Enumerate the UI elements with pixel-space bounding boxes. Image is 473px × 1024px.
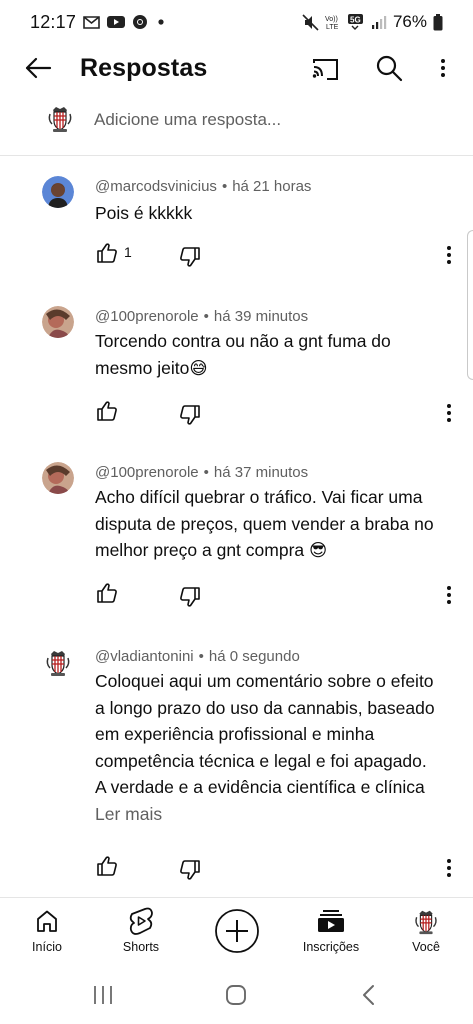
like-icon[interactable] bbox=[95, 854, 119, 878]
signal-icon bbox=[371, 14, 387, 30]
comment-time: há 21 horas bbox=[232, 178, 312, 195]
youtube-icon bbox=[107, 15, 126, 29]
cast-button[interactable] bbox=[310, 54, 340, 84]
search-icon bbox=[376, 55, 403, 82]
comment-more-icon[interactable] bbox=[441, 243, 457, 267]
home-icon bbox=[37, 910, 57, 932]
back-chevron-icon bbox=[363, 985, 374, 1005]
commenter-avatar[interactable] bbox=[42, 306, 74, 338]
comment-actions bbox=[95, 854, 465, 884]
back-button[interactable] bbox=[22, 52, 54, 84]
scrollbar[interactable] bbox=[467, 230, 473, 380]
page-title: Respostas bbox=[80, 54, 208, 82]
avatar-icon bbox=[411, 906, 441, 936]
read-more-link[interactable]: Ler mais bbox=[95, 804, 162, 825]
comment-actions: 1 bbox=[95, 241, 465, 271]
nav-shorts-label: Shorts bbox=[122, 940, 160, 954]
home-circle-icon bbox=[226, 985, 246, 1005]
shorts-icon bbox=[129, 907, 153, 935]
nav-you[interactable]: Você bbox=[386, 904, 466, 964]
search-button[interactable] bbox=[374, 53, 404, 83]
comment-more-icon[interactable] bbox=[441, 401, 457, 425]
comment-author[interactable]: @100prenorole bbox=[95, 464, 199, 481]
user-avatar bbox=[44, 102, 76, 134]
more-options-button[interactable] bbox=[430, 53, 456, 83]
comment-text: Acho difícil quebrar o tráfico. Vai fica… bbox=[95, 487, 434, 560]
system-nav-bar bbox=[0, 966, 473, 1024]
dot-icon bbox=[155, 17, 167, 27]
app-header: Respostas bbox=[0, 44, 473, 92]
status-bar: 12:17 Vo)) LTE 5G 76% bbox=[0, 0, 473, 44]
gmail-icon bbox=[83, 15, 100, 29]
like-icon[interactable] bbox=[95, 241, 119, 265]
battery-percent: 76% bbox=[392, 12, 427, 31]
commenter-avatar[interactable] bbox=[42, 462, 74, 494]
comment-text: Torcendo contra ou não a gnt fuma do mes… bbox=[95, 331, 391, 378]
comment-more-icon[interactable] bbox=[441, 583, 457, 607]
recents-icon bbox=[94, 986, 112, 1004]
nav-you-label: Você bbox=[412, 940, 440, 954]
create-icon[interactable] bbox=[214, 908, 260, 954]
recents-button[interactable] bbox=[88, 980, 118, 1010]
more-vert-icon bbox=[441, 59, 445, 77]
comment-time: há 37 minutos bbox=[213, 464, 309, 481]
svg-text:Vo)): Vo)) bbox=[325, 16, 338, 23]
comment-author[interactable]: @vladiantonini bbox=[95, 648, 194, 665]
comment-more-icon[interactable] bbox=[441, 856, 457, 880]
comment-actions bbox=[95, 581, 465, 611]
svg-text:5G: 5G bbox=[350, 16, 361, 25]
nav-home[interactable]: Início bbox=[7, 904, 87, 964]
like-count: 1 bbox=[124, 244, 132, 260]
dislike-icon[interactable] bbox=[178, 585, 202, 609]
comment-author[interactable]: @100prenorole bbox=[95, 308, 199, 325]
comment-text: Coloquei aqui um comentário sobre o efei… bbox=[95, 671, 435, 797]
cast-icon bbox=[312, 59, 338, 80]
bottom-nav: Início Shorts Inscrições Você bbox=[0, 897, 473, 965]
network-5g-icon: 5G bbox=[347, 13, 365, 31]
nav-subscriptions-label: Inscrições bbox=[302, 940, 360, 954]
comment-time: há 0 segundo bbox=[208, 648, 300, 665]
chrome-icon bbox=[132, 14, 148, 30]
comment-time: há 39 minutos bbox=[213, 308, 309, 325]
nav-subscriptions[interactable]: Inscrições bbox=[291, 904, 371, 964]
back-system-button[interactable] bbox=[354, 980, 384, 1010]
comment-author[interactable]: @marcodsvinicius bbox=[95, 178, 217, 195]
like-icon[interactable] bbox=[95, 581, 119, 605]
volte-icon: Vo)) LTE bbox=[325, 14, 341, 30]
commenter-avatar[interactable] bbox=[42, 176, 74, 208]
back-arrow-icon bbox=[25, 57, 52, 79]
subscriptions-icon bbox=[318, 910, 344, 932]
add-reply-input[interactable] bbox=[94, 108, 444, 132]
dislike-icon[interactable] bbox=[178, 858, 202, 882]
add-reply-bar bbox=[0, 98, 473, 156]
home-system-button[interactable] bbox=[221, 980, 251, 1010]
dislike-icon[interactable] bbox=[178, 403, 202, 427]
status-time: 12:17 bbox=[30, 11, 77, 32]
nav-shorts[interactable]: Shorts bbox=[101, 904, 181, 964]
comment-actions bbox=[95, 399, 465, 429]
dislike-icon[interactable] bbox=[178, 245, 202, 269]
battery-icon bbox=[433, 13, 443, 31]
mute-icon bbox=[302, 13, 319, 31]
svg-text:LTE: LTE bbox=[326, 24, 339, 30]
nav-home-label: Início bbox=[32, 940, 62, 954]
like-icon[interactable] bbox=[95, 399, 119, 423]
comment-text: Pois é kkkkk bbox=[95, 203, 193, 223]
commenter-avatar[interactable] bbox=[42, 646, 74, 678]
